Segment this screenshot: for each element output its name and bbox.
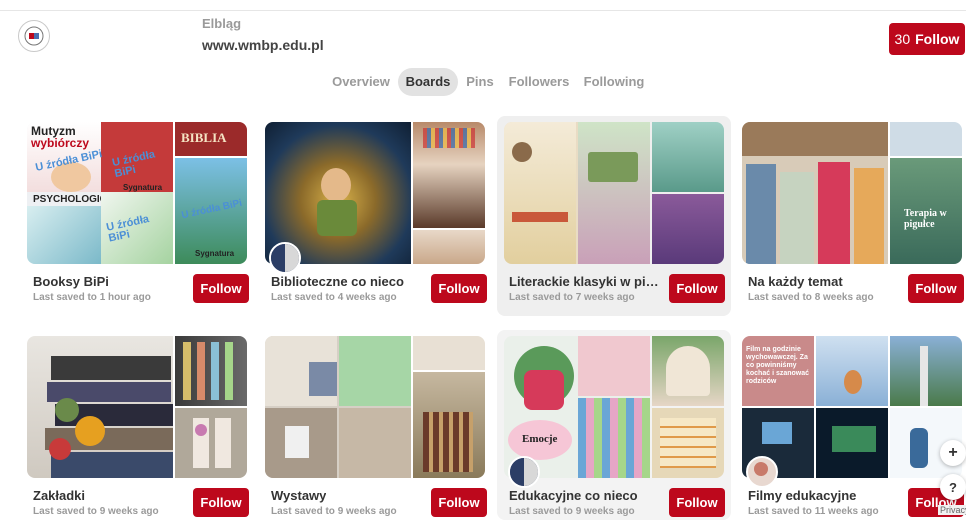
cover-image — [890, 336, 962, 406]
tab-followers[interactable]: Followers — [508, 68, 570, 96]
follow-label: Follow — [915, 31, 960, 47]
board-last-saved: Last saved to 11 weeks ago — [748, 506, 879, 517]
cover-image — [504, 122, 650, 264]
privacy-link[interactable]: Privacy — [938, 505, 966, 515]
board-title: Biblioteczne co nieco — [271, 274, 404, 289]
profile-website-link[interactable]: www.wmbp.edu.pl — [202, 37, 324, 53]
board-cover[interactable] — [265, 336, 485, 478]
profile-follow-button[interactable]: 30 Follow — [889, 23, 965, 55]
watermark-text: U źródła BiPi — [180, 197, 244, 222]
board-cover[interactable]: Film na godzinie wychowawczej. Za co pow… — [742, 336, 962, 478]
board-card[interactable]: Emocje Edukacyjne co nieco Last saved to… — [497, 330, 731, 520]
cover-text: Sygnatura — [123, 183, 163, 192]
board-card[interactable]: Mutyzm wybiórczy U źródła BiPi U źródła … — [27, 122, 255, 314]
board-title: Zakładki — [33, 488, 86, 503]
board-follow-button[interactable]: Follow — [908, 274, 964, 303]
board-follow-button[interactable]: Follow — [669, 274, 725, 303]
tab-boards[interactable]: Boards — [398, 68, 458, 96]
board-card-hovered[interactable]: Literackie klasyki w pig... Last saved t… — [497, 116, 731, 316]
cover-text: BIBLIA — [181, 130, 227, 145]
cover-text: Sygnatura — [195, 249, 235, 258]
cover-text: wybiórczy — [31, 136, 90, 150]
tab-following[interactable]: Following — [582, 68, 646, 96]
profile-logo[interactable] — [18, 20, 50, 52]
board-last-saved: Last saved to 4 weeks ago — [271, 292, 397, 303]
cover-image: U źródła BiPi Sygnatura — [175, 158, 247, 264]
cover-text: Film na godzinie wychowawczej. Za co pow… — [746, 346, 810, 385]
board-card[interactable]: Wystawy Last saved to 9 weeks ago Follow — [265, 336, 493, 528]
board-card[interactable]: Zakładki Last saved to 9 weeks ago Follo… — [27, 336, 255, 528]
board-follow-button[interactable]: Follow — [193, 488, 249, 517]
cover-image: BIBLIA — [175, 122, 247, 156]
collaborator-avatar[interactable] — [508, 456, 540, 488]
board-last-saved: Last saved to 9 weeks ago — [509, 506, 635, 517]
help-button[interactable]: ? — [940, 474, 966, 500]
board-title: Filmy edukacyjne — [748, 488, 857, 503]
board-title: Literackie klasyki w pig... — [509, 274, 659, 289]
collaborator-avatar[interactable] — [746, 456, 778, 488]
board-follow-button[interactable]: Follow — [193, 274, 249, 303]
library-logo-icon — [24, 26, 44, 46]
board-card[interactable]: Film na godzinie wychowawczej. Za co pow… — [742, 336, 966, 528]
board-last-saved: Last saved to 9 weeks ago — [33, 506, 159, 517]
board-cover[interactable] — [504, 122, 724, 264]
board-cover[interactable]: Terapia w pigułce — [742, 122, 962, 264]
cover-image — [652, 408, 724, 478]
cover-image — [413, 336, 485, 370]
board-cover[interactable]: Emocje — [504, 336, 724, 478]
tab-pins[interactable]: Pins — [464, 68, 496, 96]
cover-image — [175, 408, 247, 478]
tab-overview[interactable]: Overview — [330, 68, 392, 96]
cover-image — [413, 122, 485, 228]
cover-image — [265, 336, 411, 478]
create-plus-button[interactable]: + — [940, 440, 966, 466]
board-title: Wystawy — [271, 488, 327, 503]
board-title: Booksy BiPi — [33, 274, 109, 289]
cover-image: Terapia w pigułce — [890, 158, 962, 264]
cover-image — [742, 122, 888, 264]
board-cover[interactable]: Mutyzm wybiórczy U źródła BiPi U źródła … — [27, 122, 247, 264]
cover-image — [413, 230, 485, 264]
cover-image — [652, 122, 724, 192]
board-title: Na każdy temat — [748, 274, 843, 289]
cover-text: Terapia w pigułce — [904, 208, 947, 230]
cover-image — [175, 336, 247, 406]
board-last-saved: Last saved to 8 weeks ago — [748, 292, 874, 303]
board-follow-button[interactable]: Follow — [431, 274, 487, 303]
cover-image — [652, 336, 724, 406]
profile-location: Elbląg — [202, 16, 242, 31]
follower-count: 30 — [894, 31, 911, 47]
cover-image — [652, 194, 724, 264]
board-card[interactable]: Biblioteczne co nieco Last saved to 4 we… — [265, 122, 493, 314]
cover-image — [27, 336, 173, 478]
board-last-saved: Last saved to 9 weeks ago — [271, 506, 397, 517]
board-title: Edukacyjne co nieco — [509, 488, 638, 503]
board-cover[interactable] — [27, 336, 247, 478]
cover-text: Emocje — [522, 433, 558, 445]
cover-image: Mutyzm wybiórczy U źródła BiPi U źródła … — [27, 122, 173, 264]
profile-tabs: Overview Boards Pins Followers Following — [0, 68, 966, 96]
board-card[interactable]: Terapia w pigułce Na każdy temat Last sa… — [742, 122, 966, 314]
board-follow-button[interactable]: Follow — [431, 488, 487, 517]
board-last-saved: Last saved to 7 weeks ago — [509, 292, 635, 303]
collaborator-avatar[interactable] — [269, 242, 301, 274]
cover-image — [890, 122, 962, 156]
board-cover[interactable] — [265, 122, 485, 264]
cover-image — [413, 372, 485, 478]
board-follow-button[interactable]: Follow — [669, 488, 725, 517]
top-divider — [0, 10, 966, 11]
board-last-saved: Last saved to 1 hour ago — [33, 292, 151, 303]
